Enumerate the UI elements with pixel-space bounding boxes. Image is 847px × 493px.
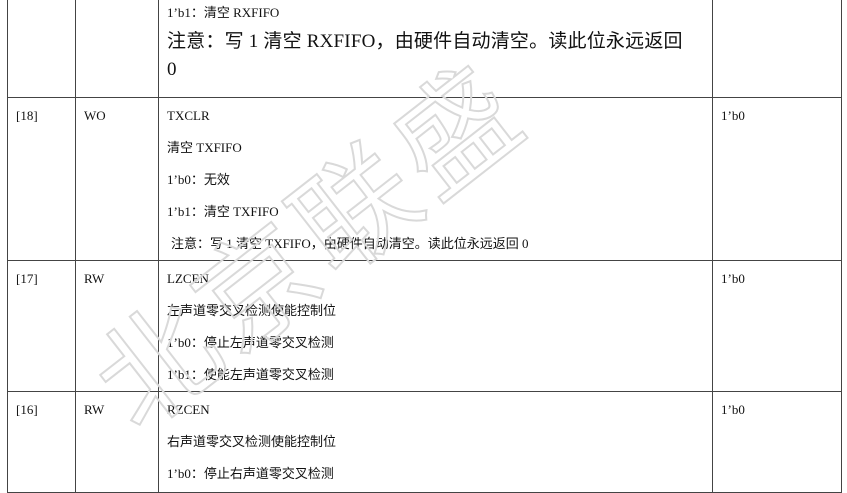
table-row: [18] WO TXCLR 清空 TXFIFO 1’b0：无效 1’b1：清空 …	[7, 97, 842, 261]
description-cell: LZCEN 左声道零交叉检测使能控制位 1’b0：停止左声道零交叉检测 1’b1…	[158, 260, 713, 392]
note-text-continued: 0	[167, 59, 177, 80]
table-row: [16] RW RZCEN 右声道零交叉检测使能控制位 1’b0：停止右声道零交…	[7, 391, 842, 493]
field-name: LZCEN	[167, 271, 209, 286]
register-table: 1’b1：清空 RXFIFO 注意：写 1 清空 RXFIFO，由硬件自动清空。…	[7, 0, 842, 493]
bit-cell: [18]	[7, 97, 76, 261]
note-text: 注意：写 1 清空 RXFIFO，由硬件自动清空。读此位永远返回	[167, 31, 683, 52]
field-name: RZCEN	[167, 402, 210, 417]
reset-cell: 1’b0	[712, 260, 842, 392]
description-cell: TXCLR 清空 TXFIFO 1’b0：无效 1’b1：清空 TXFIFO 注…	[158, 97, 713, 261]
reset-cell: 1’b0	[712, 97, 842, 261]
reset-cell	[712, 0, 842, 98]
description-cell: RZCEN 右声道零交叉检测使能控制位 1’b0：停止右声道零交叉检测	[158, 391, 713, 493]
access-cell: RW	[75, 260, 159, 392]
table-row: [17] RW LZCEN 左声道零交叉检测使能控制位 1’b0：停止左声道零交…	[7, 260, 842, 392]
description-line: 1’b1：清空 RXFIFO	[167, 5, 280, 20]
table-row: 1’b1：清空 RXFIFO 注意：写 1 清空 RXFIFO，由硬件自动清空。…	[7, 0, 842, 98]
description-line: 左声道零交叉检测使能控制位	[167, 303, 337, 318]
description-line: 1’b1：清空 TXFIFO	[167, 204, 279, 219]
access-cell: RW	[75, 391, 159, 493]
description-line: 右声道零交叉检测使能控制位	[167, 434, 337, 449]
bit-cell: [17]	[7, 260, 76, 392]
reset-cell: 1’b0	[712, 391, 842, 493]
description-line: 清空 TXFIFO	[167, 140, 242, 155]
access-cell: WO	[75, 97, 159, 261]
access-cell	[75, 0, 159, 98]
field-name: TXCLR	[167, 108, 210, 123]
description-cell: 1’b1：清空 RXFIFO 注意：写 1 清空 RXFIFO，由硬件自动清空。…	[158, 0, 713, 98]
description-line: 1’b1：使能左声道零交叉检测	[167, 367, 334, 382]
description-line: 1’b0：停止左声道零交叉检测	[167, 335, 334, 350]
description-line: 1’b0：无效	[167, 172, 230, 187]
bit-cell: [16]	[7, 391, 76, 493]
bit-cell	[7, 0, 76, 98]
description-line: 1’b0：停止右声道零交叉检测	[167, 466, 334, 481]
note-text: 注意：写 1 清空 TXFIFO，由硬件自动清空。读此位永远返回 0	[171, 236, 529, 251]
